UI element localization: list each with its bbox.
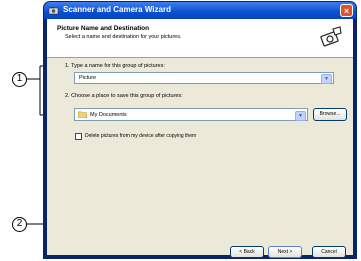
scanner-camera-icon bbox=[320, 26, 342, 47]
cancel-button[interactable]: Cancel bbox=[312, 246, 346, 258]
page-title: Picture Name and Destination bbox=[57, 25, 150, 32]
dialog-body: Picture Name and Destination Select a na… bbox=[47, 19, 353, 258]
delete-after-copy-checkbox[interactable] bbox=[75, 133, 82, 140]
chevron-down-icon[interactable]: ▼ bbox=[321, 74, 332, 84]
step1-label: 1. Type a name for this group of picture… bbox=[65, 63, 165, 69]
callout-two: 2 bbox=[12, 217, 27, 232]
picture-name-value: Picture bbox=[79, 75, 97, 81]
title-bar[interactable]: Scanner and Camera Wizard × bbox=[44, 2, 356, 19]
picture-name-combo[interactable]: Picture ▼ bbox=[74, 72, 334, 84]
next-button[interactable]: Next > bbox=[268, 246, 302, 258]
wizard-header: Picture Name and Destination Select a na… bbox=[47, 19, 353, 58]
wizard-window: Scanner and Camera Wizard × Picture Name… bbox=[44, 2, 356, 258]
back-button[interactable]: < Back bbox=[230, 246, 264, 258]
destination-combo[interactable]: My Documents ▼ bbox=[74, 108, 308, 121]
page-subtitle: Select a name and destination for your p… bbox=[65, 34, 182, 40]
close-button[interactable]: × bbox=[340, 4, 353, 17]
chevron-down-icon[interactable]: ▼ bbox=[295, 110, 306, 121]
folder-icon bbox=[78, 111, 87, 118]
camera-icon bbox=[48, 7, 59, 15]
window-title: Scanner and Camera Wizard bbox=[63, 5, 171, 14]
destination-value: My Documents bbox=[90, 112, 127, 118]
step2-label: 2. Choose a place to save this group of … bbox=[65, 93, 183, 99]
delete-after-copy-label: Delete pictures from my device after cop… bbox=[85, 133, 197, 139]
browse-button[interactable]: Browse... bbox=[313, 108, 347, 121]
callout-one: 1 bbox=[12, 72, 27, 87]
